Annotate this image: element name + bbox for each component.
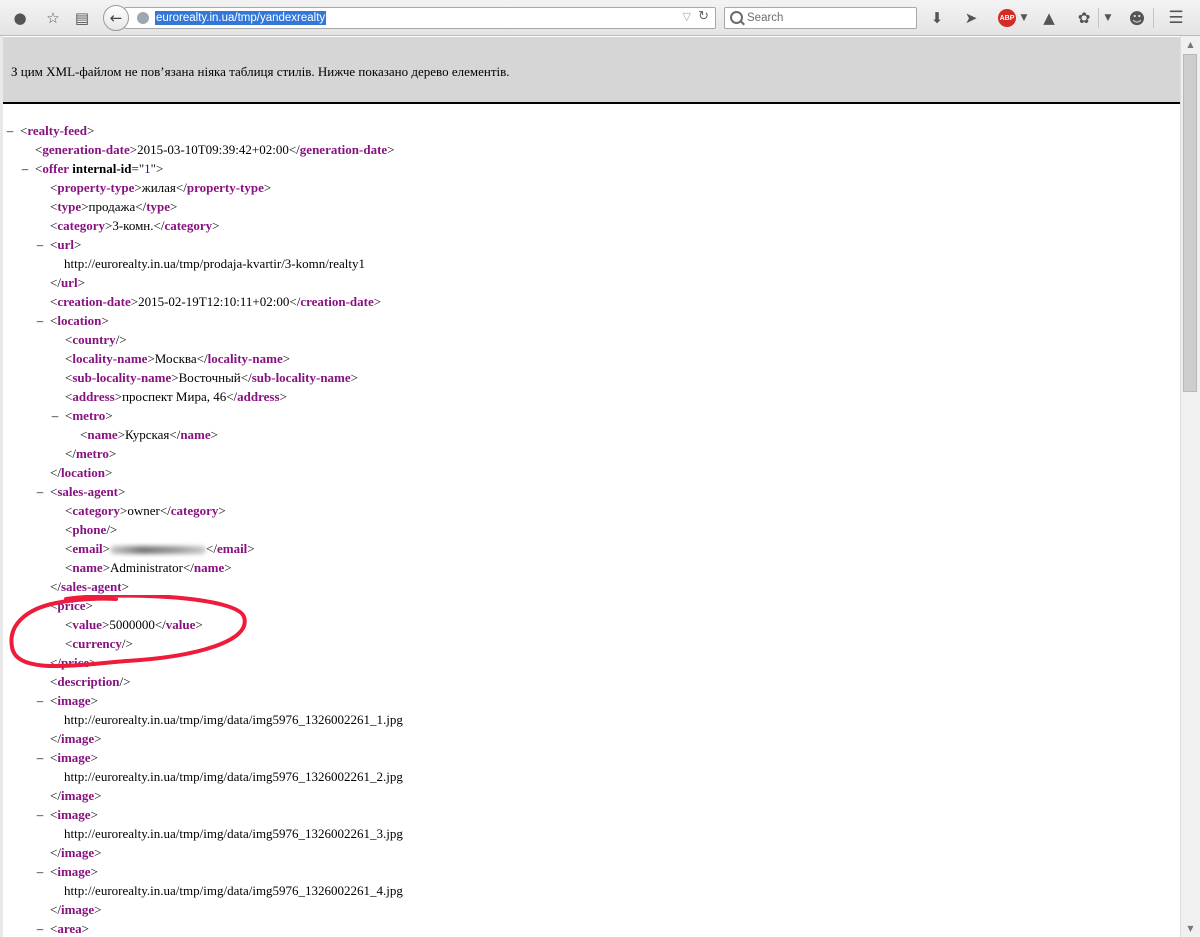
tree-line: <email> </email> (65, 541, 255, 556)
tree-line: <image> (50, 807, 98, 822)
tree-line: <category>owner</category> (65, 503, 226, 518)
tree-line: <area> (50, 921, 89, 936)
tree-line: <locality-name>Москва</locality-name> (65, 351, 291, 366)
redacted-email (110, 546, 207, 555)
scrollbar-thumb[interactable] (1183, 54, 1197, 392)
tree-line: </image> (50, 788, 102, 803)
tree-line: </price> (50, 655, 97, 670)
tree-line: </image> (50, 845, 102, 860)
tree-line: <creation-date>2015-02-19T12:10:11+02:00… (50, 294, 382, 309)
reading-list-icon[interactable]: ▤ (71, 7, 93, 29)
collapse-toggle[interactable]: – (35, 482, 45, 501)
tree-line: <category>3-комн.</category> (50, 218, 220, 233)
tree-line: <image> (50, 864, 98, 879)
search-placeholder: Search (747, 12, 784, 24)
addon-icon[interactable]: ✿ (1073, 7, 1095, 29)
tree-line: <url> (50, 237, 82, 252)
collapse-toggle[interactable]: – (35, 862, 45, 881)
tree-line: <description/> (50, 674, 131, 689)
download-icon[interactable]: ⬇ (926, 7, 948, 29)
tree-line: <value>5000000</value> (65, 617, 203, 632)
tree-line: <name>Курская</name> (80, 427, 219, 442)
tree-line: </url> (50, 275, 85, 290)
scroll-down-icon[interactable]: ▼ (1181, 920, 1200, 937)
reload-icon[interactable]: ↻ (698, 9, 709, 24)
collapse-toggle[interactable]: – (35, 596, 45, 615)
tree-line: <address>проспект Мира, 46</address> (65, 389, 287, 404)
tree-line: http://eurorealty.in.ua/tmp/prodaja-kvar… (64, 256, 365, 271)
tree-line: <currency/> (65, 636, 133, 651)
xml-tree: <realty-feed> <generation-date>2015-03-1… (3, 106, 1180, 937)
tree-line: </metro> (65, 446, 117, 461)
tree-line: </image> (50, 902, 102, 917)
tree-line: </image> (50, 731, 102, 746)
tree-line: <realty-feed> (20, 123, 95, 138)
toolbar-separator (1153, 8, 1154, 28)
tree-line: <location> (50, 313, 109, 328)
notice-text: З цим XML-файлом не пов’язана ніяка табл… (11, 64, 510, 79)
tree-line: http://eurorealty.in.ua/tmp/img/data/img… (64, 712, 403, 727)
addon-dropdown-icon[interactable]: ▼ (1097, 7, 1119, 29)
tree-line: <image> (50, 750, 98, 765)
tree-line: <name>Administrator</name> (65, 560, 232, 575)
identity-icon[interactable]: ● (9, 7, 31, 29)
tree-line: <phone/> (65, 522, 118, 537)
browser-toolbar: ● ☆ ▤ ← eurorealty.in.ua/tmp/yandexrealt… (0, 0, 1200, 36)
vertical-scrollbar[interactable]: ▲ ▼ (1180, 36, 1200, 937)
tree-line: <generation-date>2015-03-10T09:39:42+02:… (35, 142, 395, 157)
tree-line: <type>продажа</type> (50, 199, 178, 214)
tree-line: <price> (50, 598, 93, 613)
tree-line: http://eurorealty.in.ua/tmp/img/data/img… (64, 769, 403, 784)
adblock-dropdown-icon[interactable]: ▼ (1013, 7, 1035, 29)
back-icon[interactable]: ← (103, 5, 129, 31)
collapse-toggle[interactable]: – (20, 159, 30, 178)
xml-notice: З цим XML-файлом не пов’язана ніяка табл… (3, 37, 1180, 104)
collapse-toggle[interactable]: – (35, 691, 45, 710)
tree-line: <sub-locality-name>Восточный</sub-locali… (65, 370, 359, 385)
url-text[interactable]: eurorealty.in.ua/tmp/yandexrealty (155, 11, 327, 25)
tree-line: <metro> (65, 408, 113, 423)
tree-line: </sales-agent> (50, 579, 129, 594)
url-bar[interactable]: eurorealty.in.ua/tmp/yandexrealty ▽ ↻ (124, 7, 716, 29)
tree-line: http://eurorealty.in.ua/tmp/img/data/img… (64, 883, 403, 898)
search-icon (730, 11, 743, 24)
globe-icon (137, 12, 149, 24)
smiley-icon[interactable]: ☻ (1126, 7, 1148, 29)
collapse-toggle[interactable]: – (35, 919, 45, 937)
send-icon[interactable]: ➤ (960, 7, 982, 29)
collapse-toggle[interactable]: – (35, 805, 45, 824)
search-input[interactable]: Search (724, 7, 917, 29)
menu-icon[interactable]: ☰ (1165, 7, 1187, 29)
tree-line: http://eurorealty.in.ua/tmp/img/data/img… (64, 826, 403, 841)
tree-line: <image> (50, 693, 98, 708)
collapse-toggle[interactable]: – (50, 406, 60, 425)
tree-line: <country/> (65, 332, 127, 347)
tree-line: <offer internal-id="1"> (35, 161, 164, 176)
collapse-toggle[interactable]: – (35, 311, 45, 330)
tree-line: <sales-agent> (50, 484, 126, 499)
star-icon[interactable]: ☆ (42, 7, 64, 29)
dropdown-icon[interactable]: ▽ (683, 10, 691, 23)
tree-line: <property-type>жилая</property-type> (50, 180, 272, 195)
spy-icon[interactable]: ▲ (1038, 7, 1060, 29)
collapse-toggle[interactable]: – (5, 121, 15, 140)
collapse-toggle[interactable]: – (35, 235, 45, 254)
scroll-up-icon[interactable]: ▲ (1181, 36, 1200, 53)
tree-line: </location> (50, 465, 113, 480)
collapse-toggle[interactable]: – (35, 748, 45, 767)
